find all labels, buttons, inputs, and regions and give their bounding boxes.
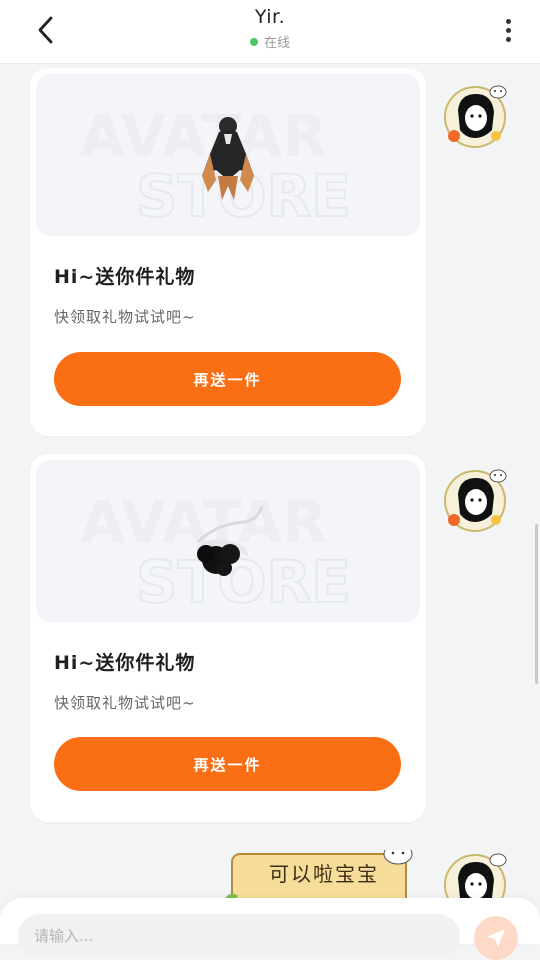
scrollbar[interactable] [535,524,538,684]
message-input[interactable] [18,914,460,958]
contact-avatar[interactable] [440,464,510,534]
gift-subtitle: 快领取礼物试试吧~ [54,308,196,326]
message-list[interactable]: AVATAR STORE Hi~送你件礼物 快领取礼物试试吧~ 再送一件 AVA… [0,64,540,904]
online-dot-icon [249,37,258,46]
more-options-button[interactable] [496,12,520,48]
gift-subtitle: 快领取礼物试试吧~ [54,694,196,712]
gift-title: Hi~送你件礼物 [54,266,196,288]
gift-preview[interactable]: AVATAR STORE [36,74,420,236]
online-status: 在线 [249,32,290,51]
contact-avatar[interactable] [440,80,510,150]
gift-preview[interactable]: AVATAR STORE [36,460,420,622]
sticker-text: 可以啦宝宝 [269,862,379,886]
more-vertical-icon [505,18,511,24]
status-text: 在线 [263,36,290,51]
gift-message-card: AVATAR STORE Hi~送你件礼物 快领取礼物试试吧~ 再送一件 [30,454,426,822]
bow-headband-icon [196,505,264,576]
chat-title-block: Yir. 在线 [0,6,540,51]
gift-title: Hi~送你件礼物 [54,652,196,674]
cape-outfit-icon [202,117,254,200]
contact-avatar[interactable] [440,848,510,904]
sticker-message[interactable]: 可以啦宝宝 [220,850,420,904]
send-another-gift-button[interactable]: 再送一件 [54,737,401,791]
message-input-bar [0,898,540,960]
send-icon [487,929,505,947]
contact-name: Yir. [254,6,286,28]
send-button[interactable] [474,916,518,960]
gift-message-card: AVATAR STORE Hi~送你件礼物 快领取礼物试试吧~ 再送一件 [30,68,426,436]
chat-header: Yir. 在线 [0,0,540,64]
send-another-gift-button[interactable]: 再送一件 [54,352,401,406]
